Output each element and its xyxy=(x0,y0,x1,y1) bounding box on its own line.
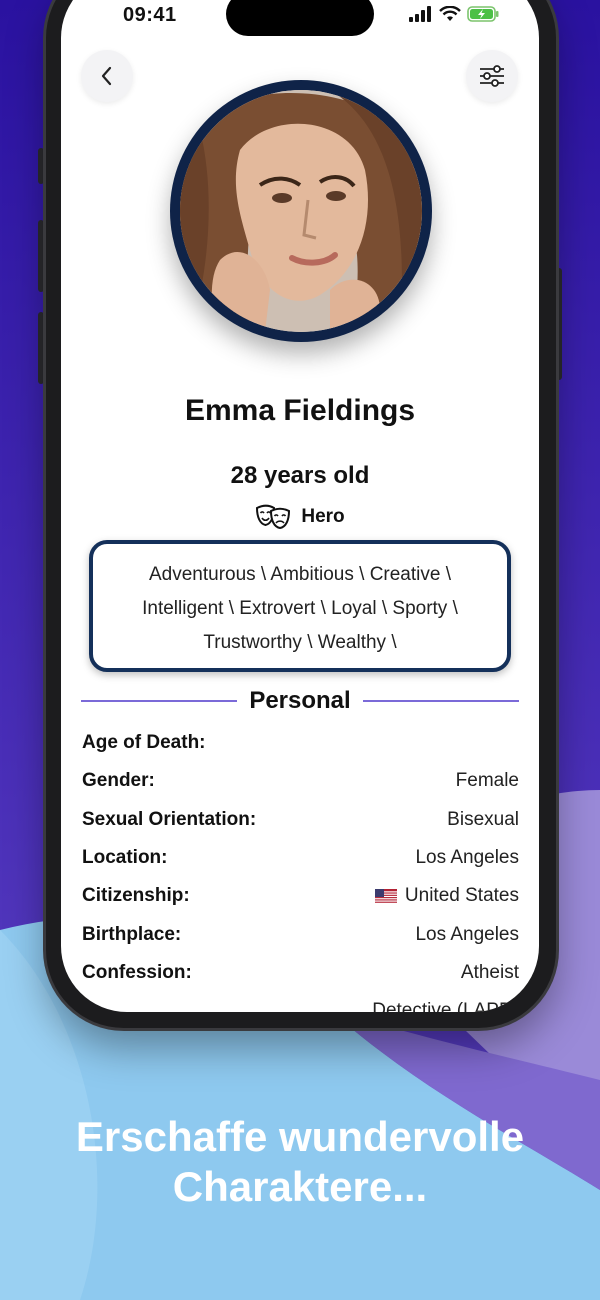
role-label: Hero xyxy=(301,506,345,527)
filter-button[interactable] xyxy=(466,50,518,102)
divider xyxy=(81,700,238,702)
traits-line: Intelligent \ Extrovert \ Loyal \ Sporty… xyxy=(142,598,458,619)
personal-details: Age of Death: Gender: Female Sexual Orie… xyxy=(82,724,519,1012)
traits-box: Adventurous \ Ambitious \ Creative \ Int… xyxy=(89,540,511,672)
detail-row-gender: Gender: Female xyxy=(82,762,519,800)
profile-photo xyxy=(180,90,422,332)
detail-row-citizenship: Citizenship: United States xyxy=(82,877,519,915)
character-role: Hero xyxy=(61,504,539,530)
row-label: Location: xyxy=(82,847,168,869)
status-icons xyxy=(409,6,499,22)
detail-row-age-of-death: Age of Death: xyxy=(82,724,519,762)
row-label: Age of Death: xyxy=(82,732,206,754)
portrait-illustration xyxy=(180,90,422,332)
us-flag-icon xyxy=(374,888,397,904)
character-age: 28 years old xyxy=(230,462,370,489)
detail-row-location: Location: Los Angeles xyxy=(82,839,519,877)
detail-row-occupation: Detective (LAPD) xyxy=(82,992,519,1012)
dynamic-island xyxy=(226,0,374,36)
phone-side-button xyxy=(556,268,562,380)
row-value: Los Angeles xyxy=(415,847,519,869)
row-value: Bisexual xyxy=(447,808,519,830)
detail-row-confession: Confession: Atheist xyxy=(82,954,519,992)
row-value: Los Angeles xyxy=(415,923,519,945)
row-label: Birthplace: xyxy=(82,923,182,945)
row-label: Gender: xyxy=(82,770,155,792)
row-value: Female xyxy=(455,770,519,792)
phone-side-button xyxy=(38,148,44,184)
traits-line: Adventurous \ Ambitious \ Creative \ xyxy=(148,564,452,585)
promo-caption: Erschaffe wundervolle Charaktere... xyxy=(0,1112,600,1212)
section-title: Personal xyxy=(249,687,351,714)
detail-row-sexual-orientation: Sexual Orientation: Bisexual xyxy=(82,801,519,839)
row-value: Atheist xyxy=(460,961,519,983)
phone-screen: 09:41 Emma Fieldings 28 years old Hero A… xyxy=(61,0,539,1012)
phone-side-button xyxy=(38,220,44,292)
signal-icon xyxy=(409,6,431,22)
row-label: Confession: xyxy=(82,961,192,983)
back-button[interactable] xyxy=(81,50,133,102)
wifi-icon xyxy=(439,6,461,21)
caption-line: Charaktere... xyxy=(172,1163,428,1210)
chevron-left-icon xyxy=(101,66,112,86)
caption-line: Erschaffe wundervolle xyxy=(75,1113,525,1160)
character-name: Emma Fieldings xyxy=(184,394,416,427)
avatar xyxy=(170,80,432,342)
sliders-icon xyxy=(480,65,504,87)
row-value-with-flag: United States xyxy=(374,885,519,907)
traits-line: Trustworthy \ Wealthy \ xyxy=(203,632,397,653)
row-label: Citizenship: xyxy=(82,885,190,907)
theater-masks-icon xyxy=(256,504,291,530)
section-header-personal: Personal xyxy=(81,684,520,718)
divider xyxy=(362,700,520,702)
status-time: 09:41 xyxy=(123,4,177,26)
row-label: Sexual Orientation: xyxy=(82,808,257,830)
status-bar: 09:41 xyxy=(61,0,539,36)
row-value: United States xyxy=(404,885,519,907)
detail-row-birthplace: Birthplace: Los Angeles xyxy=(82,915,519,953)
battery-charging-icon xyxy=(467,6,499,22)
phone-side-button xyxy=(38,312,44,384)
row-value: Detective (LAPD) xyxy=(372,1000,519,1012)
